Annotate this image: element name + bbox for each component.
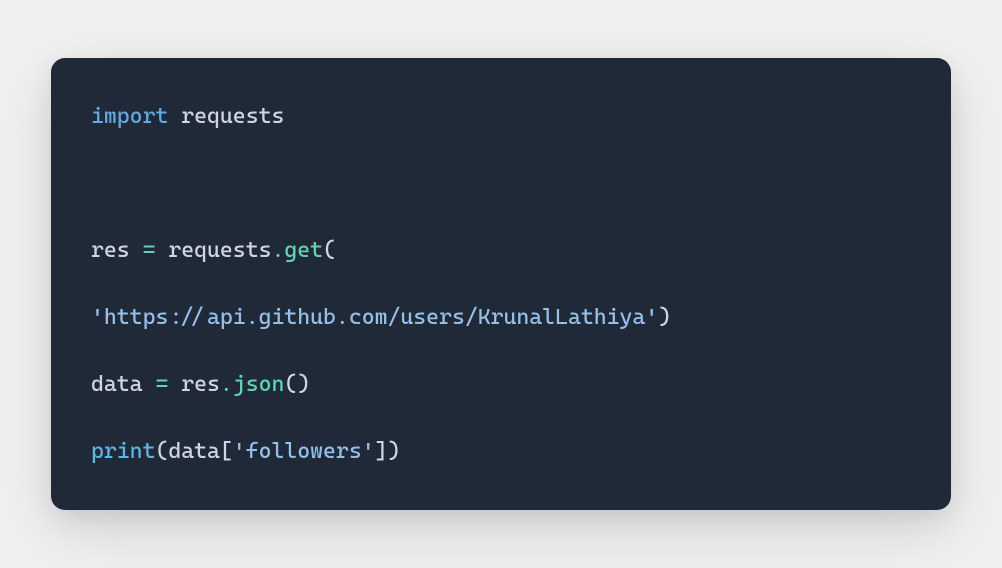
- code-line-2: res = requests.get(: [91, 234, 911, 267]
- key-string: 'followers': [233, 439, 375, 464]
- module-name: requests: [181, 104, 284, 129]
- equals: =: [143, 238, 156, 263]
- bracket-close: ]: [375, 439, 388, 464]
- var-res: res: [91, 238, 130, 263]
- code-line-4: data = res.json(): [91, 368, 911, 401]
- space: [168, 104, 181, 129]
- var-data: data: [91, 372, 143, 397]
- func-print: print: [91, 439, 155, 464]
- code-card: import requests res = requests.get( 'htt…: [51, 58, 951, 510]
- open-paren: (: [155, 439, 168, 464]
- code-line-3: 'https://api.github.com/users/KrunalLath…: [91, 301, 911, 334]
- keyword-import: import: [91, 104, 168, 129]
- space: [143, 372, 156, 397]
- url-string: 'https://api.github.com/users/KrunalLath…: [91, 305, 658, 330]
- code-line-1: import requests: [91, 100, 911, 133]
- code-line-5: print(data['followers']): [91, 435, 911, 468]
- data-arg: data: [168, 439, 220, 464]
- open-paren: (: [284, 372, 297, 397]
- res-obj: res: [181, 372, 220, 397]
- space: [168, 372, 181, 397]
- requests-obj: requests: [168, 238, 271, 263]
- close-paren: ): [658, 305, 671, 330]
- dot: .: [220, 372, 233, 397]
- bracket-open: [: [220, 439, 233, 464]
- open-paren: (: [323, 238, 336, 263]
- func-get: get: [284, 238, 323, 263]
- space: [130, 238, 143, 263]
- dot: .: [271, 238, 284, 263]
- close-paren: ): [297, 372, 310, 397]
- close-paren: ): [387, 439, 400, 464]
- func-json: json: [233, 372, 285, 397]
- blank-line: [91, 167, 911, 200]
- equals: =: [155, 372, 168, 397]
- space: [155, 238, 168, 263]
